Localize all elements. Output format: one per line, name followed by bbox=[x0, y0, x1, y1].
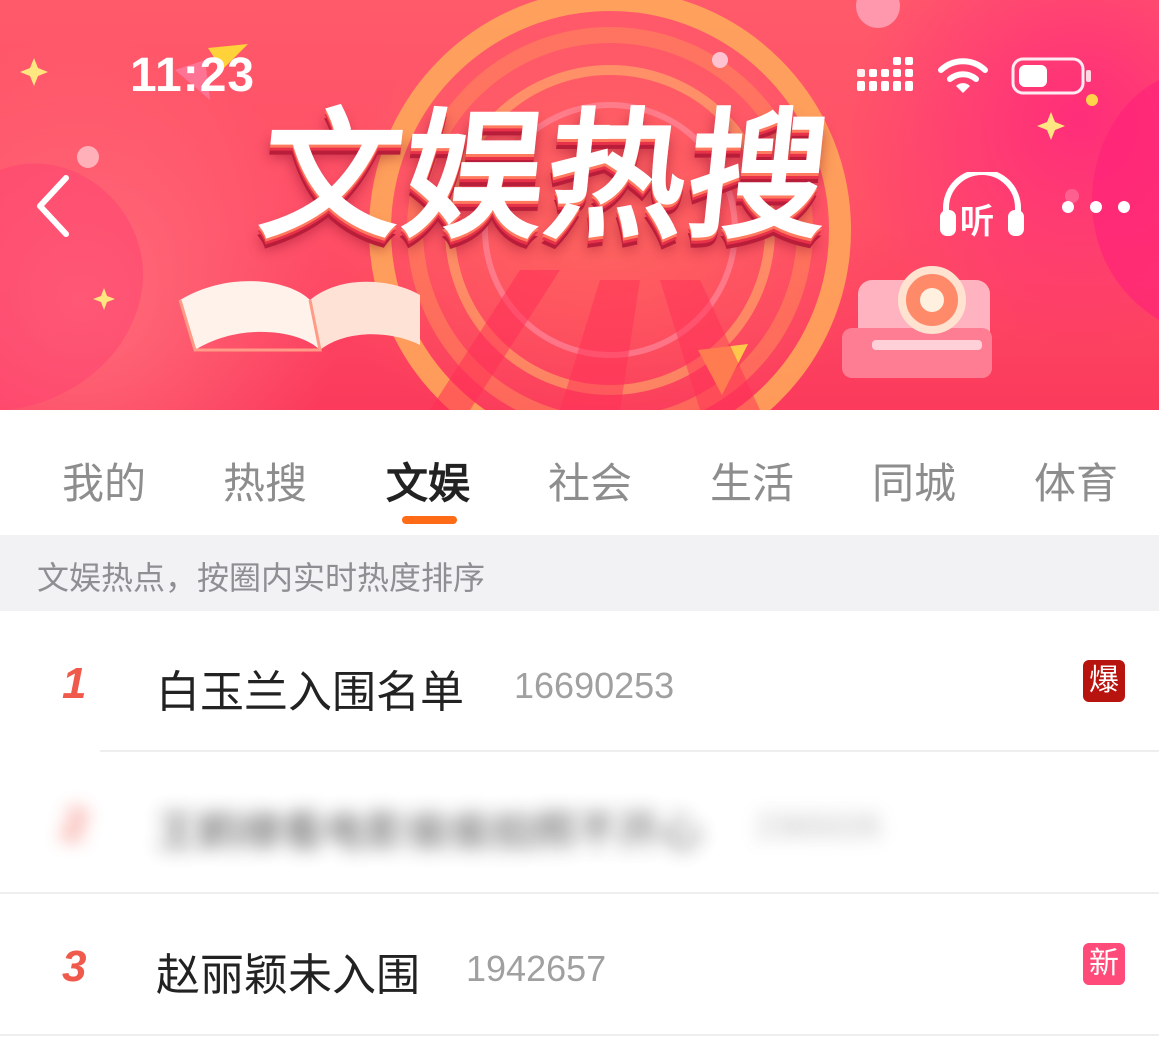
wifi-icon bbox=[938, 58, 988, 93]
back-button[interactable] bbox=[28, 170, 88, 240]
tab-entertainment[interactable]: 文娱 bbox=[386, 450, 470, 511]
heat-count: 2365026 bbox=[756, 808, 881, 844]
divider bbox=[0, 1034, 1159, 1036]
tab-sports[interactable]: 体育 bbox=[1034, 450, 1118, 511]
banner-title: 文娱热搜 bbox=[253, 96, 839, 259]
status-icons bbox=[857, 56, 1093, 96]
listen-label: 听 bbox=[960, 202, 994, 242]
hot-badge: 爆 bbox=[1083, 660, 1125, 702]
back-arrow-icon bbox=[37, 175, 69, 237]
battery-icon bbox=[1011, 57, 1091, 95]
active-tab-indicator bbox=[402, 516, 457, 524]
new-badge: 新 bbox=[1083, 943, 1125, 985]
more-button[interactable] bbox=[1058, 190, 1138, 224]
info-strip: 文娱热点，按圈内实时热度排序 bbox=[0, 535, 1159, 611]
status-time: 11:23 bbox=[130, 49, 256, 102]
signal-icon bbox=[857, 57, 913, 91]
screen: 11:23 文娱热搜 听 我的 热搜 文娱 社会 生活 同城 体育 文娱热点，按… bbox=[0, 0, 1159, 1063]
tab-life[interactable]: 生活 bbox=[710, 450, 794, 511]
heat-count: 16690253 bbox=[514, 665, 675, 706]
category-tabs: 我的 热搜 文娱 社会 生活 同城 体育 bbox=[0, 410, 1159, 535]
tab-local[interactable]: 同城 bbox=[872, 450, 956, 511]
tab-mine[interactable]: 我的 bbox=[62, 450, 146, 511]
item-title: 赵丽颖未入围 bbox=[156, 950, 420, 1001]
listen-button[interactable]: 听 bbox=[938, 169, 1026, 242]
header-banner: 11:23 文娱热搜 听 bbox=[0, 0, 1159, 410]
info-text: 文娱热点，按圈内实时热度排序 bbox=[37, 559, 486, 597]
tab-society[interactable]: 社会 bbox=[548, 450, 632, 511]
list-item[interactable]: 3 赵丽颖未入围 1942657 新 bbox=[0, 894, 1159, 1034]
item-title: 白玉兰入围名单 bbox=[156, 667, 464, 718]
heat-count: 1942657 bbox=[466, 948, 607, 989]
rank-number: 2 bbox=[62, 800, 87, 849]
rank-number: 3 bbox=[62, 942, 87, 991]
list-item[interactable]: 1 白玉兰入围名单 16690253 爆 bbox=[0, 611, 1159, 751]
item-title: 王鹤棣看电影偷偷拍照不开心 bbox=[156, 807, 703, 856]
rank-number: 1 bbox=[62, 659, 87, 708]
tab-hot[interactable]: 热搜 bbox=[223, 450, 307, 511]
list-item[interactable]: 2 王鹤棣看电影偷偷拍照不开心 2365026 bbox=[0, 752, 1159, 892]
more-dots-icon bbox=[1062, 201, 1130, 213]
